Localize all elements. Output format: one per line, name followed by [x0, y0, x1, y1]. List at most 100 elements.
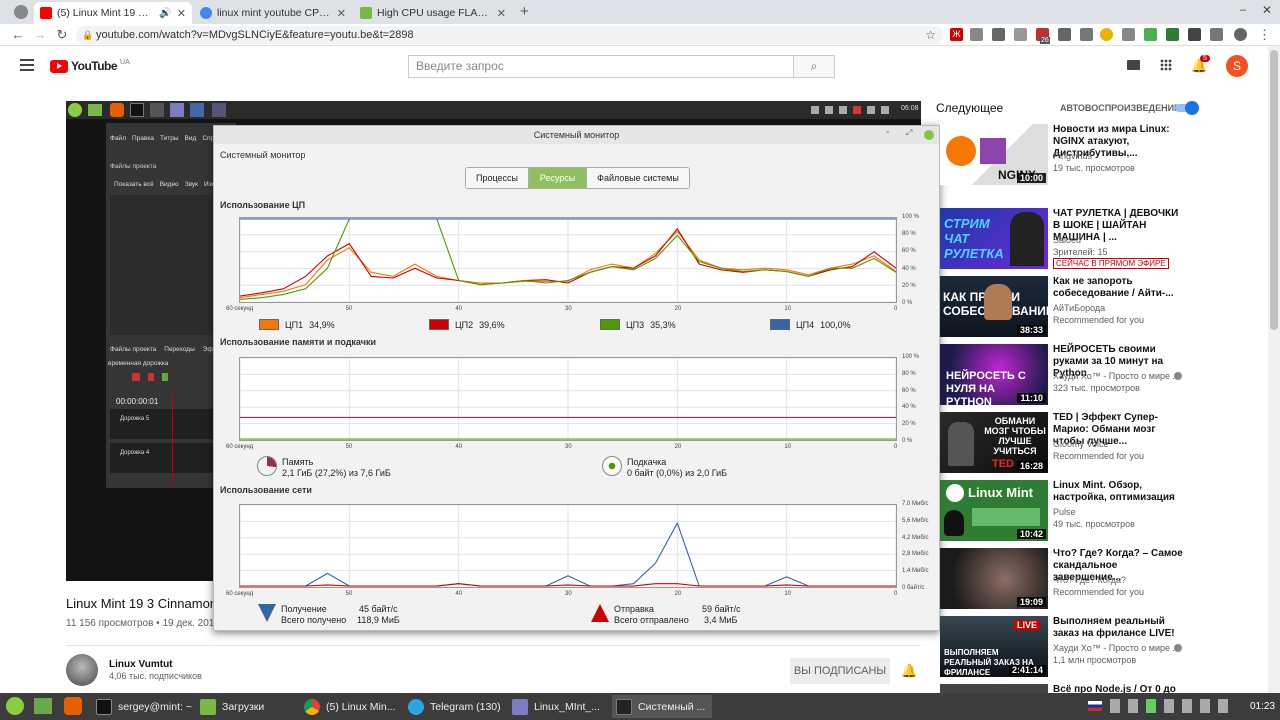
y-tick-label: 100 %: [902, 354, 920, 360]
autoplay-toggle[interactable]: [1175, 101, 1199, 115]
youtube-favicon-icon: [40, 7, 52, 19]
scrollbar-thumb[interactable]: [1270, 50, 1278, 330]
system-monitor-window[interactable]: Системный монитор ‐ ⤢ Системный монитор …: [213, 125, 940, 631]
cpu3-color-swatch[interactable]: [600, 319, 620, 330]
tab-processes[interactable]: Процессы: [466, 168, 529, 188]
receive-total-label: Всего получено: [281, 615, 347, 625]
firefox-launcher-icon[interactable]: [64, 697, 82, 715]
extension-icon[interactable]: [1166, 28, 1179, 41]
timeline-controls: [132, 373, 182, 381]
tab-resources[interactable]: Ресурсы: [529, 168, 586, 188]
address-bar[interactable]: 🔒 youtube.com/watch?v=MDvgSLNCiyE&featur…: [76, 26, 944, 44]
browser-tab-3[interactable]: High CPU usage FLASH/ Yout ✕: [354, 2, 512, 24]
video-thumbnail[interactable]: КАК ПРОЙТИ СОБЕСЕДОВАНИЕ 38:33: [940, 276, 1048, 337]
cpu1-color-swatch[interactable]: [259, 319, 279, 330]
extension-icon[interactable]: [1188, 28, 1201, 41]
extension-icon[interactable]: [1080, 28, 1093, 41]
minimize-icon[interactable]: ‐: [886, 127, 889, 138]
recommendation-item[interactable]: ОБМАНИ МОЗГ ЧТОБЫ ЛУЧШЕ УЧИТЬСЯ TED 16:2…: [936, 412, 1266, 476]
new-tab-button[interactable]: +: [520, 3, 529, 20]
video-thumbnail[interactable]: НЕЙРОСЕТЬ С НУЛЯ НА PYTHON 11:10: [940, 344, 1048, 405]
taskbar-clock: 01:23: [1250, 701, 1276, 712]
app-icon: [190, 103, 204, 117]
minimize-window-icon[interactable]: –: [1240, 4, 1246, 16]
recommendation-item[interactable]: 19:09 Что? Где? Когда? – Самое скандальн…: [936, 548, 1266, 612]
video-thumbnail[interactable]: СТРИМ ЧАТ РУЛЕТКА: [940, 208, 1048, 269]
chrome-os-icon[interactable]: [14, 5, 28, 19]
pocket-icon[interactable]: [1122, 28, 1135, 41]
recommendation-item[interactable]: NGINX 10:00 Новости из мира Linux: NGINX…: [936, 124, 1266, 188]
y-tick-label: 60 %: [902, 387, 916, 394]
tab-title: (5) Linux Mint 19 3 Cinnam: [57, 7, 155, 19]
forward-icon[interactable]: →: [32, 27, 48, 43]
extension-icon[interactable]: [1100, 28, 1113, 41]
search-button[interactable]: ⌕: [793, 55, 835, 78]
maximize-icon[interactable]: ⤢: [906, 128, 912, 138]
recommendation-meta: 1,1 млн просмотров: [1053, 655, 1137, 665]
taskbar-item-telegram[interactable]: Telegram (130): [404, 695, 504, 718]
browser-tab-1[interactable]: (5) Linux Mint 19 3 Cinnam 🔊 ✕: [34, 2, 192, 24]
recommendation-item[interactable]: Linux Mint 10:42 Linux Mint. Обзор, наст…: [936, 480, 1266, 544]
taskbar-item-system-monitor[interactable]: Системный ...: [612, 695, 712, 718]
reload-icon[interactable]: ↻: [54, 27, 70, 43]
extension-icon[interactable]: [1014, 28, 1027, 41]
close-tab-icon[interactable]: ✕: [497, 7, 506, 20]
memory-pie-icon[interactable]: [257, 456, 277, 476]
taskbar-item-downloads[interactable]: Загрузки: [196, 695, 296, 718]
x-tick-label: 0: [894, 591, 898, 597]
back-arrow-icon[interactable]: [1058, 28, 1071, 41]
close-tab-icon[interactable]: ✕: [337, 7, 346, 20]
taskbar-item-terminal[interactable]: sergey@mint: ~: [92, 695, 192, 718]
swap-pie-icon[interactable]: [602, 456, 622, 476]
hamburger-menu-icon[interactable]: [20, 59, 34, 71]
video-duration: 16:28: [1016, 461, 1046, 471]
mail-icon[interactable]: [992, 28, 1005, 41]
browser-tab-2[interactable]: linux mint youtube CPU - Пои ✕: [194, 2, 352, 24]
recommendation-item[interactable]: LIVE ВЫПОЛНЯЕМ РЕАЛЬНЫЙ ЗАКАЗ НА ФРИЛАНС…: [936, 616, 1266, 680]
extension-icon[interactable]: [1210, 28, 1223, 41]
recommendation-item[interactable]: НЕЙРОСЕТЬ С НУЛЯ НА PYTHON 11:10 НЕЙРОСЕ…: [936, 344, 1266, 408]
tab-filesystems[interactable]: Файловые системы: [586, 168, 689, 188]
video-thumbnail[interactable]: LIVE ВЫПОЛНЯЕМ РЕАЛЬНЫЙ ЗАКАЗ НА ФРИЛАНС…: [940, 616, 1048, 677]
youtube-logo[interactable]: YouTube UA: [50, 59, 130, 73]
account-avatar[interactable]: S: [1226, 55, 1248, 77]
notification-bell-icon[interactable]: 🔔: [901, 663, 917, 679]
bookmark-star-icon[interactable]: ☆: [925, 26, 936, 44]
page-scrollbar[interactable]: [1268, 46, 1280, 693]
close-tab-icon[interactable]: ✕: [177, 7, 186, 20]
close-window-icon[interactable]: ✕: [1262, 3, 1272, 17]
cpu4-color-swatch[interactable]: [770, 319, 790, 330]
taskbar-item-document[interactable]: Linux_MInt_...: [508, 695, 608, 718]
extension-icon[interactable]: Ж: [950, 28, 963, 41]
recommendation-item[interactable]: СТРИМ ЧАТ РУЛЕТКА ЧАТ РУЛЕТКА | ДЕВОЧКИ …: [936, 208, 1266, 272]
cpu2-color-swatch[interactable]: [429, 319, 449, 330]
extension-icon[interactable]: [970, 28, 983, 41]
video-thumbnail[interactable]: 19:09: [940, 548, 1048, 609]
recommendation-title[interactable]: Выполняем реальный заказ на фрилансе LIV…: [1053, 616, 1183, 640]
recommendation-title[interactable]: Linux Mint. Обзор, настройка, оптимизаци…: [1053, 480, 1183, 504]
back-icon[interactable]: ←: [10, 27, 26, 43]
search-input[interactable]: Введите запрос: [408, 55, 794, 78]
profile-avatar-icon[interactable]: [1234, 28, 1247, 41]
channel-avatar[interactable]: [66, 654, 98, 686]
y-tick-label: 7,0 Миб/с: [902, 501, 929, 507]
keyboard-layout-icon[interactable]: [1088, 701, 1102, 711]
create-video-icon[interactable]: [1127, 60, 1140, 70]
video-title: Linux Mint 19 3 Cinnamon R: [66, 596, 214, 611]
video-thumbnail[interactable]: Linux Mint 10:42: [940, 480, 1048, 541]
mint-menu-icon[interactable]: [6, 697, 24, 715]
apps-grid-icon[interactable]: [1160, 59, 1172, 71]
recommendation-item[interactable]: КАК ПРОЙТИ СОБЕСЕДОВАНИЕ 38:33 Как не за…: [936, 276, 1266, 340]
show-desktop-icon[interactable]: [34, 698, 52, 714]
taskbar-item-chrome[interactable]: (5) Linux Min...: [300, 695, 400, 718]
video-thumbnail[interactable]: NGINX 10:00: [940, 124, 1048, 185]
video-thumbnail[interactable]: ОБМАНИ МОЗГ ЧТОБЫ ЛУЧШЕ УЧИТЬСЯ TED 16:2…: [940, 412, 1048, 473]
live-label: LIVE: [1014, 620, 1041, 630]
menu-kebab-icon[interactable]: ⋮: [1258, 27, 1271, 43]
subscribed-button[interactable]: ВЫ ПОДПИСАНЫ: [790, 658, 890, 684]
recommendation-title[interactable]: Как не запороть собеседование / Айти-...: [1053, 276, 1183, 300]
browser-toolbar: ← → ↻ 🔒 youtube.com/watch?v=MDvgSLNCiyE&…: [0, 24, 1280, 46]
close-icon[interactable]: [924, 130, 934, 140]
extension-icon[interactable]: [1144, 28, 1157, 41]
channel-name[interactable]: Linux Vumtut: [109, 659, 173, 670]
